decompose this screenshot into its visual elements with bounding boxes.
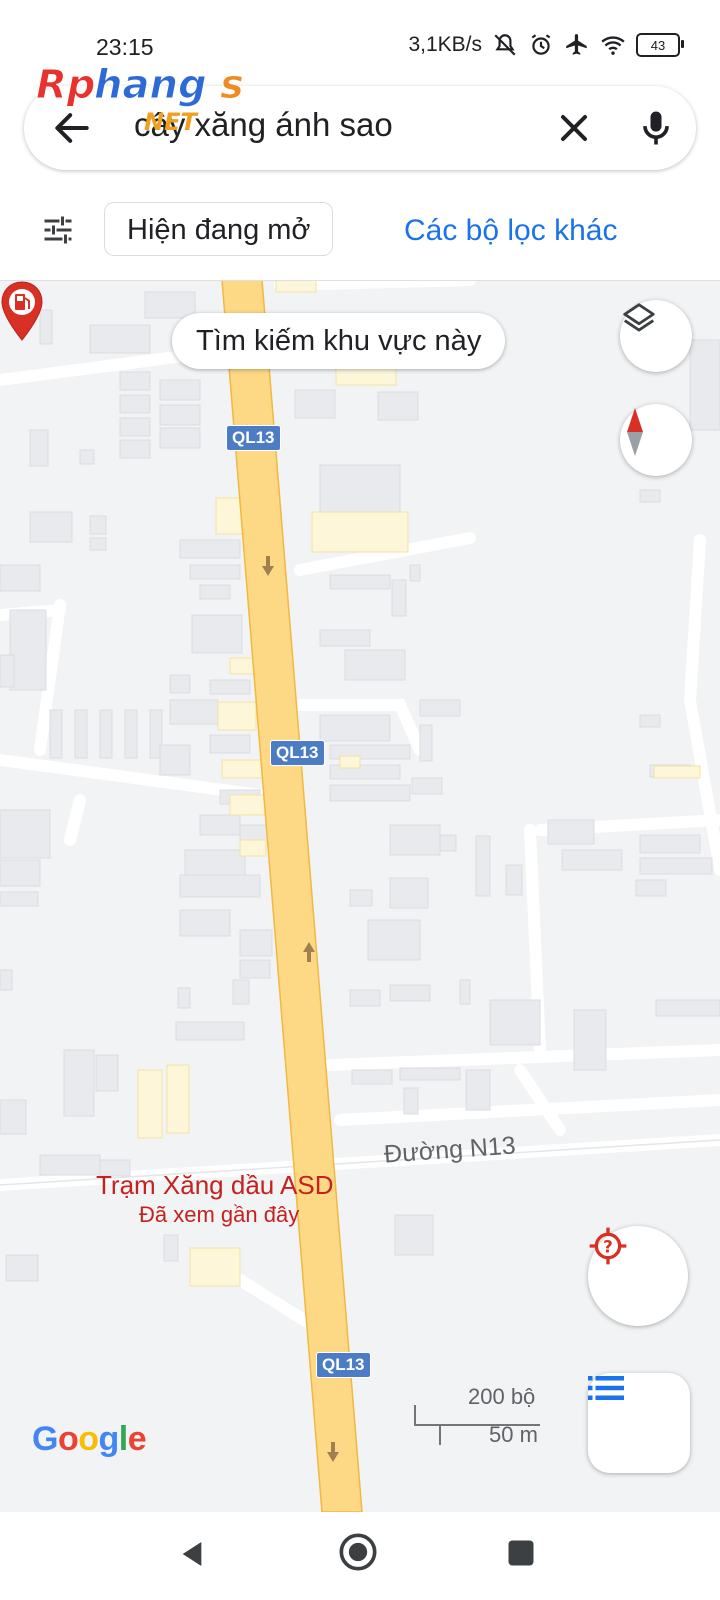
road-label-ql13: QL13	[226, 425, 281, 451]
layers-button[interactable]	[620, 300, 692, 372]
more-filters-link[interactable]: Các bộ lọc khác	[404, 214, 617, 248]
scale-meters: 50 m	[489, 1422, 538, 1447]
status-bar: 23:15 3,1KB/s 43	[0, 0, 720, 80]
my-location-button[interactable]: ?	[588, 1226, 688, 1326]
wifi-icon	[601, 36, 625, 55]
tune-icon[interactable]	[40, 212, 76, 248]
road-label-ql13: QL13	[270, 740, 325, 766]
road-label-ql13: QL13	[316, 1352, 371, 1378]
list-icon	[588, 1376, 624, 1400]
layers-icon	[623, 303, 655, 332]
map-canvas	[0, 280, 720, 1512]
mute-icon	[494, 34, 516, 56]
mic-icon[interactable]	[634, 104, 678, 152]
place-status: Đã xem gần đây	[139, 1202, 300, 1227]
home-nav-icon[interactable]	[338, 1532, 378, 1572]
search-box[interactable]: cây xăng ánh sao	[24, 86, 696, 170]
status-time: 23:15	[96, 34, 154, 60]
map-view[interactable]: QL13 QL13 QL13 Đường N13 Tìm kiếm khu vự…	[0, 280, 720, 1512]
list-view-button[interactable]	[588, 1373, 690, 1473]
system-nav-bar	[0, 1512, 720, 1600]
battery-icon: 43	[636, 33, 684, 57]
place-name[interactable]: Trạm Xăng dầu ASD	[96, 1170, 334, 1201]
search-input[interactable]: cây xăng ánh sao	[134, 106, 393, 144]
recents-nav-icon[interactable]	[506, 1538, 536, 1568]
back-arrow-icon[interactable]	[50, 106, 94, 150]
back-nav-icon[interactable]	[176, 1536, 208, 1572]
google-logo: Google	[32, 1420, 147, 1458]
compass-button[interactable]	[620, 404, 692, 476]
search-this-area-button[interactable]: Tìm kiếm khu vực này	[172, 313, 506, 369]
scale-feet: 200 bộ	[468, 1384, 536, 1409]
status-icons: 3,1KB/s 43	[408, 32, 684, 58]
open-now-chip[interactable]: Hiện đang mở	[104, 202, 334, 256]
compass-icon	[627, 408, 643, 456]
alarm-icon	[531, 34, 551, 55]
my-location-icon: ?	[589, 1227, 627, 1265]
airplane-icon	[566, 34, 587, 55]
network-speed: 3,1KB/s	[408, 33, 482, 56]
gas-station-pin-icon[interactable]	[0, 280, 44, 342]
filter-row: Hiện đang mở Các bộ lọc khác	[0, 180, 720, 281]
close-icon[interactable]	[552, 106, 596, 150]
svg-text:?: ?	[603, 1238, 613, 1257]
